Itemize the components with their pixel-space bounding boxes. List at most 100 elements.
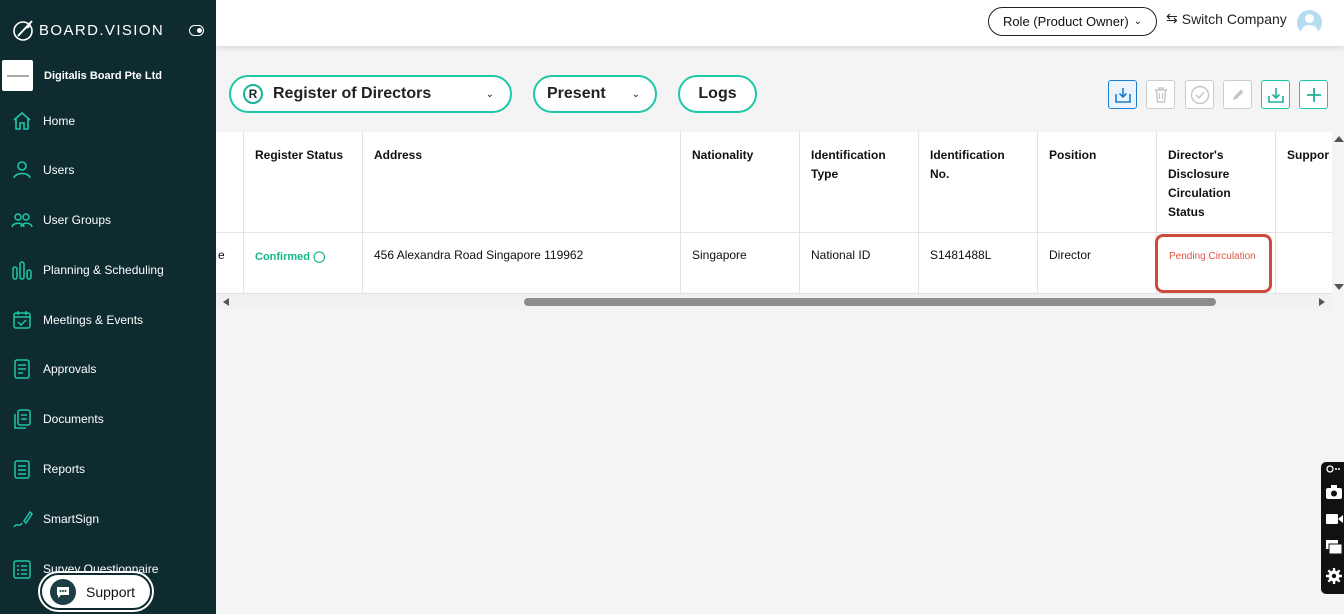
sidebar-item-label: Planning & Scheduling [43, 263, 164, 277]
support-label: Support [86, 583, 136, 600]
camera-icon[interactable] [1324, 482, 1344, 502]
user-group-icon [10, 208, 34, 232]
home-icon [10, 109, 34, 133]
scroll-left-icon[interactable] [223, 298, 229, 306]
table-cell-identification-no: S1481488L [919, 233, 1038, 294]
windows-icon[interactable] [1324, 537, 1344, 557]
add-icon [1306, 87, 1321, 102]
sidebar-item-label: Approvals [43, 362, 97, 376]
sidebar-item-user-groups[interactable]: User Groups [10, 206, 210, 234]
sidebar-item-label: Home [43, 114, 76, 128]
horizontal-scrollbar[interactable] [216, 294, 1332, 310]
company-logo [2, 60, 33, 91]
table-cell-first-fragment: e [216, 233, 244, 294]
board-vision-logo-icon [13, 20, 33, 41]
logs-button[interactable]: Logs [678, 75, 757, 113]
video-icon[interactable] [1324, 509, 1344, 529]
approve-button[interactable] [1185, 80, 1214, 109]
link-icon[interactable] [1324, 462, 1344, 476]
sidebar-item-label: Meetings & Events [43, 313, 144, 327]
column-header-identification-no[interactable]: Identification No. [919, 132, 1038, 233]
column-header-disclosure-status[interactable]: Director's Disclosure Circulation Status [1157, 132, 1276, 233]
chart-bars-icon [10, 258, 34, 282]
recorder-widget [1321, 462, 1344, 594]
import-button[interactable] [1108, 80, 1137, 109]
check-circle-icon [1190, 85, 1209, 104]
column-header-supporting[interactable]: Suppor [1276, 132, 1332, 233]
switch-arrows-icon: ⇆ [1166, 10, 1178, 26]
present-label: Present [547, 85, 606, 102]
status-badge-pending-circulation[interactable]: Pending Circulation [1155, 234, 1272, 293]
sidebar-toggle-icon[interactable] [189, 25, 204, 36]
edit-icon [1232, 89, 1243, 100]
calendar-icon [10, 308, 34, 332]
sidebar-item-approvals[interactable]: Approvals [10, 355, 210, 383]
add-button[interactable] [1299, 80, 1328, 109]
sidebar-item-label: SmartSign [43, 512, 100, 526]
table-cell-nationality: Singapore [681, 233, 800, 294]
sidebar-item-label: User Groups [43, 213, 112, 227]
logs-label: Logs [698, 85, 737, 102]
column-header-identification-type[interactable]: Identification Type [800, 132, 919, 233]
role-label: Role (Product Owner) [1002, 14, 1129, 29]
user-icon [10, 158, 34, 182]
scroll-down-icon[interactable] [1334, 284, 1344, 290]
role-dropdown[interactable]: Role (Product Owner) ⌄ [988, 7, 1157, 36]
table-cell-position: Director [1038, 233, 1157, 294]
support-button[interactable]: Support [38, 571, 154, 612]
survey-icon [10, 557, 34, 581]
scroll-right-icon[interactable] [1319, 298, 1325, 306]
brand[interactable]: BOARD.VISION [12, 18, 164, 42]
chevron-down-icon: ⌄ [631, 88, 640, 100]
column-header-position[interactable]: Position [1038, 132, 1157, 233]
delete-button[interactable] [1146, 80, 1175, 109]
company-selector[interactable]: Digitalis Board Pte Ltd [2, 60, 162, 91]
directors-table: Register Status Address Nationality Iden… [216, 132, 1332, 294]
register-badge-icon: R [243, 84, 263, 104]
switch-company-label: Switch Company [1181, 10, 1287, 27]
sidebar-item-reports[interactable]: Reports [10, 455, 210, 483]
scroll-up-icon[interactable] [1334, 136, 1344, 142]
gear-icon[interactable] [1324, 566, 1344, 586]
sidebar-item-users[interactable]: Users [10, 156, 210, 184]
present-dropdown[interactable]: Present ⌄ [533, 75, 657, 113]
check-circle-icon: ◯︎ [313, 251, 326, 263]
chevron-down-icon: ⌄ [1133, 16, 1143, 27]
sidebar-item-label: Reports [43, 462, 86, 476]
status-confirmed-label: Confirmed [255, 251, 310, 263]
import-icon [1114, 87, 1131, 103]
download-button[interactable] [1261, 80, 1290, 109]
sidebar: BOARD.VISION Digitalis Board Pte Ltd Hom… [0, 0, 216, 614]
delete-icon [1154, 86, 1167, 103]
table-header-cell [216, 132, 244, 233]
edit-button[interactable] [1223, 80, 1252, 109]
signature-pen-icon [10, 507, 34, 531]
download-icon [1267, 87, 1284, 103]
switch-company-button[interactable]: ⇆ Switch Company [1166, 10, 1287, 27]
horizontal-scrollbar-thumb[interactable] [524, 298, 1216, 306]
company-name: Digitalis Board Pte Ltd [44, 69, 162, 82]
vertical-scrollbar[interactable] [1332, 132, 1344, 294]
table-cell-supporting [1276, 233, 1332, 294]
sidebar-item-label: Users [43, 163, 75, 177]
sidebar-item-documents[interactable]: Documents [10, 405, 210, 433]
table-cell-identification-type: National ID [800, 233, 919, 294]
sidebar-item-planning-scheduling[interactable]: Planning & Scheduling [10, 256, 210, 284]
column-header-register-status[interactable]: Register Status [244, 132, 363, 233]
sidebar-item-meetings-events[interactable]: Meetings & Events [10, 306, 210, 334]
register-dropdown[interactable]: R Register of Directors ⌄ [229, 75, 512, 113]
chevron-down-icon: ⌄ [485, 88, 494, 100]
register-label: Register of Directors [273, 85, 432, 102]
avatar[interactable] [1297, 10, 1322, 35]
sidebar-item-smartsign[interactable]: SmartSign [10, 505, 210, 533]
column-header-nationality[interactable]: Nationality [681, 132, 800, 233]
documents-icon [10, 407, 34, 431]
chat-icon [50, 578, 76, 605]
approval-document-icon [10, 357, 34, 381]
sidebar-item-label: Documents [43, 412, 104, 426]
sidebar-item-home[interactable]: Home [10, 107, 210, 135]
table-cell-register-status: Confirmed ◯︎ [244, 233, 363, 294]
table-cell-address: 456 Alexandra Road Singapore 119962 [363, 233, 681, 294]
brand-name: BOARD.VISION [39, 21, 165, 39]
column-header-address[interactable]: Address [363, 132, 681, 233]
